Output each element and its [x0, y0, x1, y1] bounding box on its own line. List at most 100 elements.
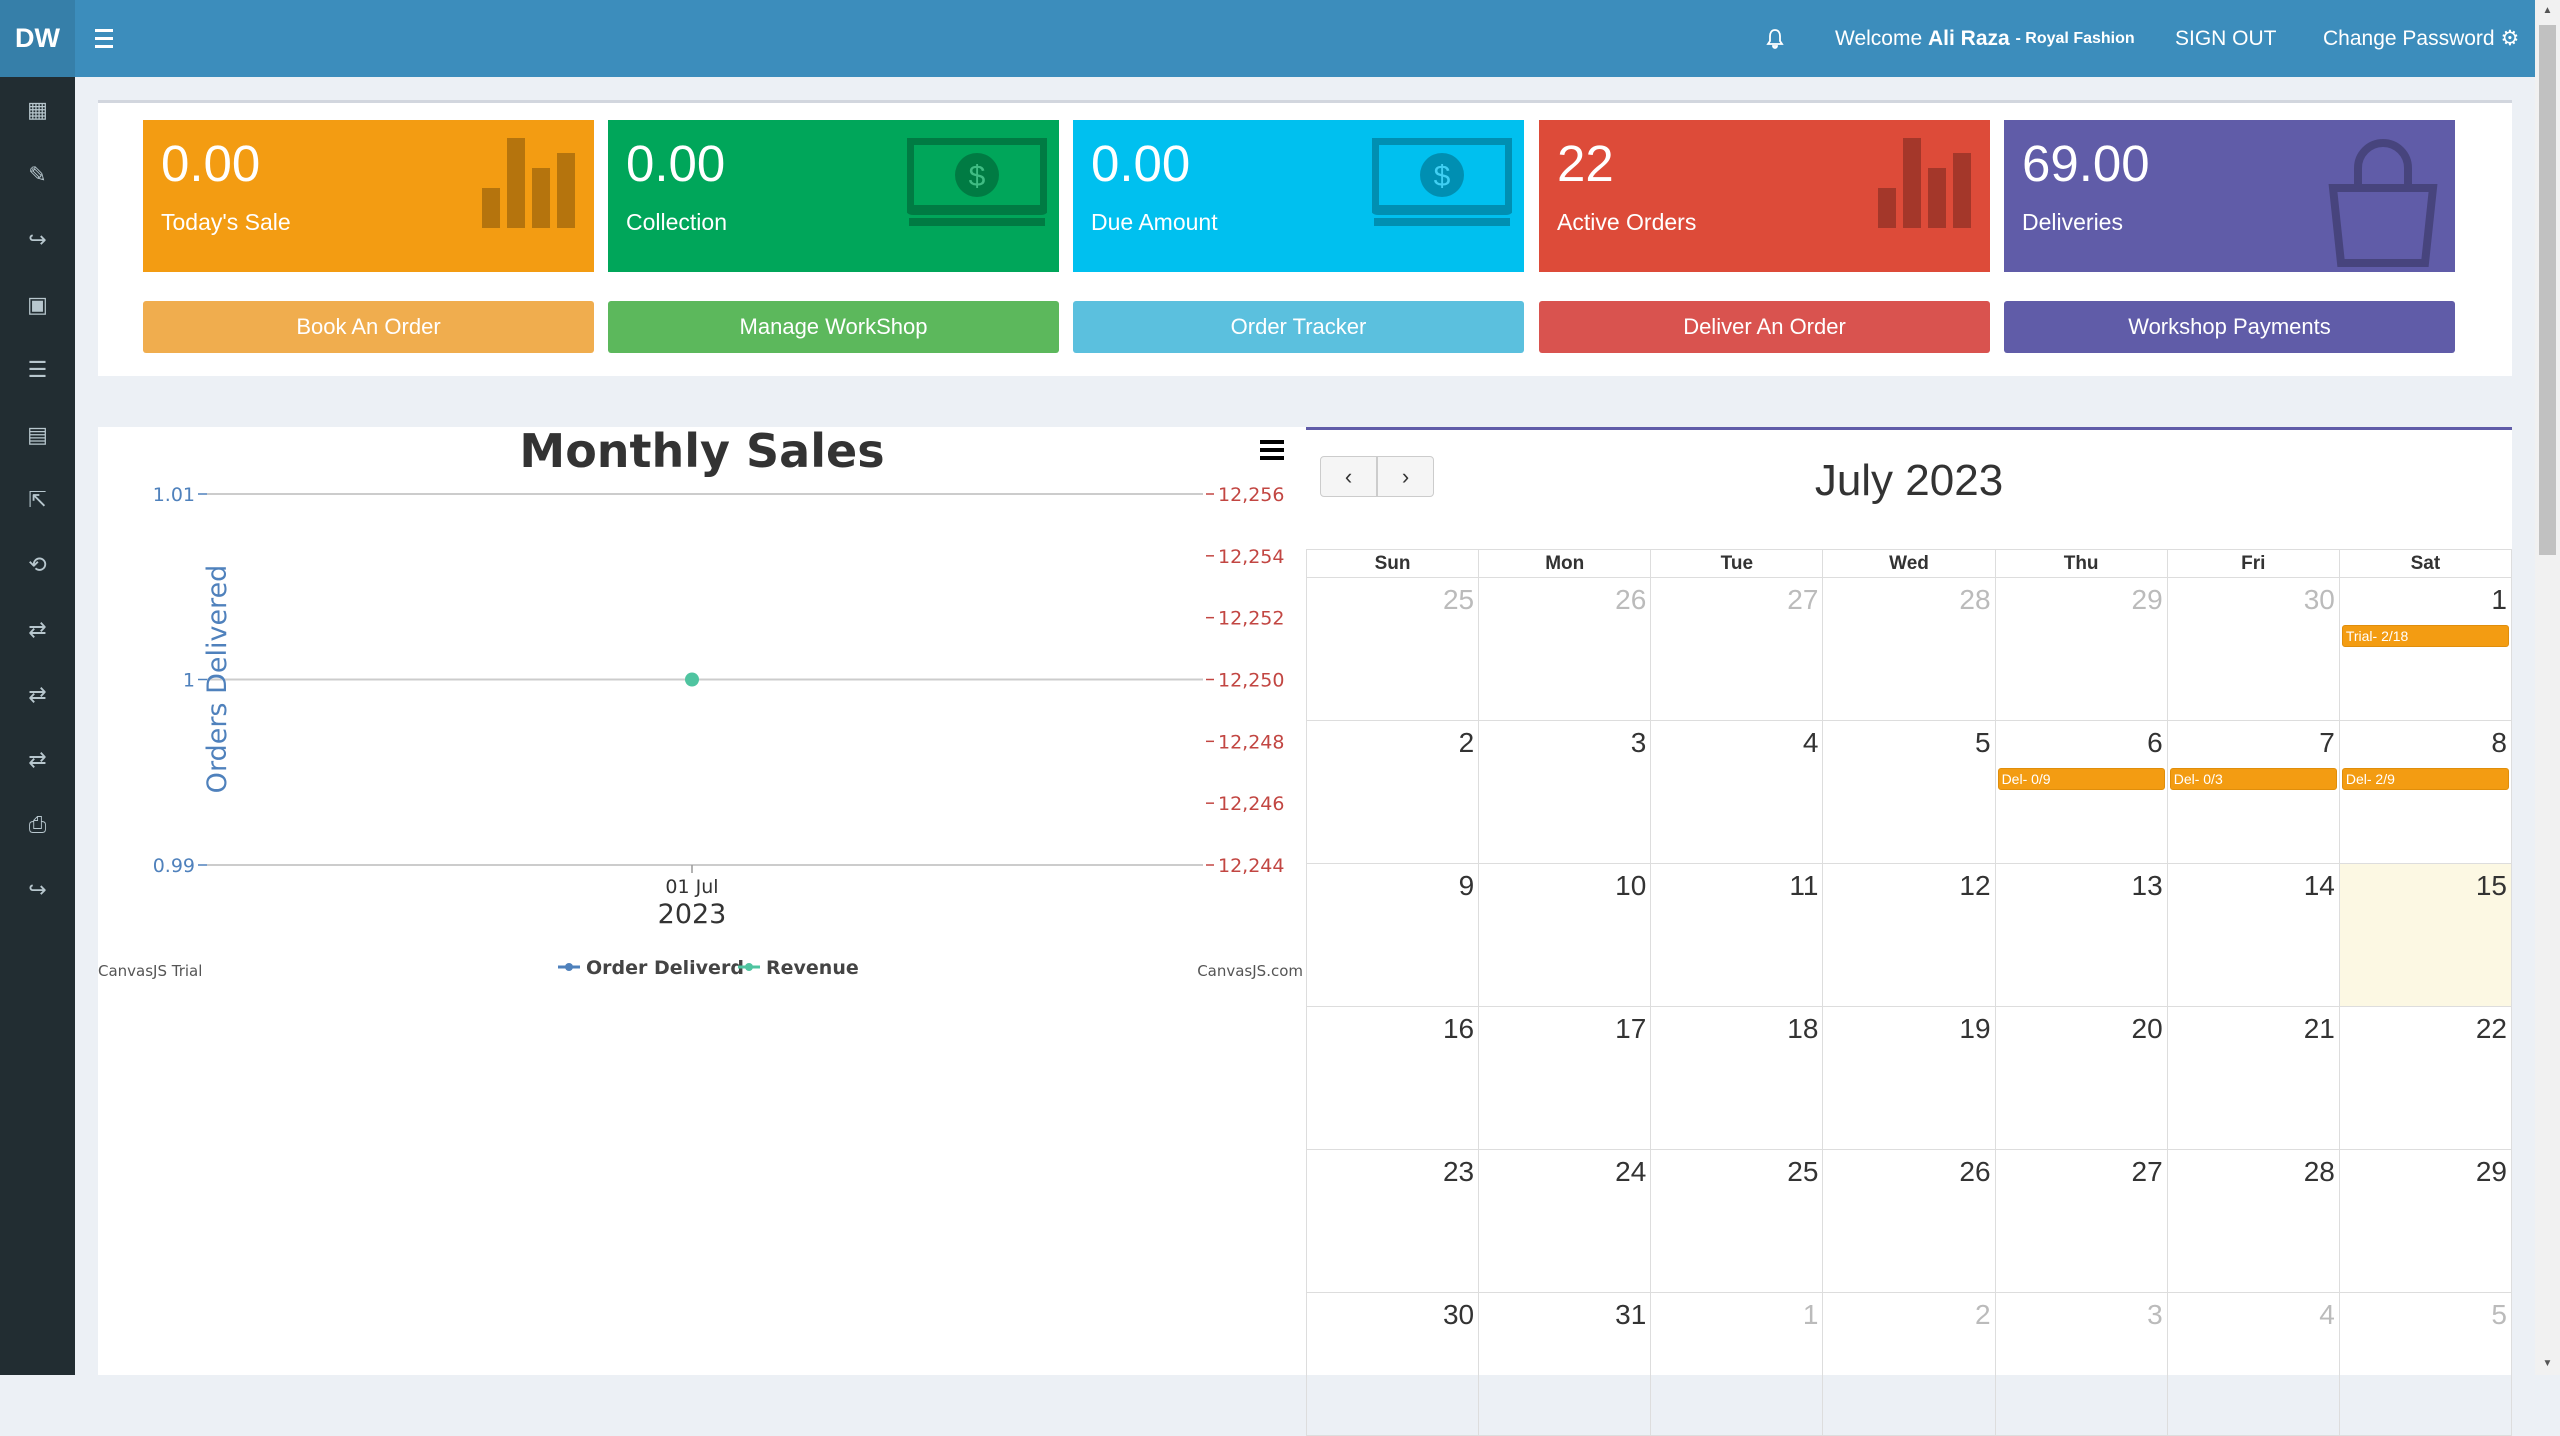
calendar-day-cell[interactable]: 13: [1994, 863, 2168, 1007]
action-button-book-an-order[interactable]: Book An Order: [143, 301, 594, 353]
server-icon[interactable]: ☰: [0, 337, 75, 402]
money-icon: $: [1369, 135, 1515, 233]
action-button-workshop-payments[interactable]: Workshop Payments: [2004, 301, 2455, 353]
calendar-week-row: 25 26 27 28 29 30 1 Trial- 2/18: [1305, 577, 2513, 721]
weekday-mon: Mon: [1478, 549, 1652, 578]
calendar-day-cell[interactable]: 8 Del- 2/9: [2338, 720, 2513, 864]
calendar-day-cell[interactable]: 11: [1650, 863, 1824, 1007]
calendar-day-cell[interactable]: 19: [1822, 1006, 1996, 1150]
scroll-thumb[interactable]: [2539, 25, 2556, 555]
exchange-icon[interactable]: ⇄: [0, 662, 75, 727]
bell-icon[interactable]: [1765, 0, 1795, 77]
sign-out-link[interactable]: SIGN OUT: [2175, 0, 2277, 77]
exchange-icon[interactable]: ⇄: [0, 727, 75, 792]
day-number: 19: [1959, 1013, 1991, 1044]
calendar-day-cell[interactable]: 1 Trial- 2/18: [2338, 577, 2513, 721]
calendar-event[interactable]: Del- 2/9: [2341, 768, 2509, 790]
share-icon[interactable]: ↪: [0, 857, 75, 922]
share-icon[interactable]: ↪: [0, 207, 75, 272]
day-number: 10: [1615, 870, 1647, 901]
calendar-day-cell[interactable]: 26: [1822, 1149, 1996, 1293]
calendar-day-cell[interactable]: 22: [2338, 1006, 2513, 1150]
action-button-order-tracker[interactable]: Order Tracker: [1073, 301, 1524, 353]
legend-item[interactable]: Revenue: [738, 957, 859, 979]
calendar-day-cell[interactable]: 4: [2166, 1292, 2340, 1436]
calendar-event[interactable]: Del- 0/3: [2169, 768, 2337, 790]
calendar-day-cell[interactable]: 16: [1305, 1006, 1480, 1150]
day-number: 21: [2303, 1013, 2335, 1044]
calendar-day-cell[interactable]: 10: [1478, 863, 1652, 1007]
calendar-day-cell[interactable]: 29: [1994, 577, 2168, 721]
exchange-icon[interactable]: ⇄: [0, 597, 75, 662]
calendar-day-cell[interactable]: 17: [1478, 1006, 1652, 1150]
calendar-day-cell[interactable]: 3: [1478, 720, 1652, 864]
edit-icon[interactable]: ✎: [0, 142, 75, 207]
calendar-grid: Sun Mon Tue Wed Thu Fri Sat 25 26 27 28 29 30 1 Trial…: [1305, 549, 2513, 1436]
list-icon[interactable]: ▤: [0, 402, 75, 467]
calendar-day-cell[interactable]: 25: [1650, 1149, 1824, 1293]
shopping-bag-icon: [2323, 138, 2443, 272]
calendar-event[interactable]: Trial- 2/18: [2341, 625, 2509, 647]
day-number: 6: [2147, 727, 2163, 758]
app-logo[interactable]: DW: [0, 0, 75, 77]
action-button-manage-workshop[interactable]: Manage WorkShop: [608, 301, 1059, 353]
calendar-day-cell[interactable]: 15: [2338, 863, 2513, 1007]
calendar-day-cell[interactable]: 26: [1478, 577, 1652, 721]
external-link-icon[interactable]: ⇱: [0, 467, 75, 532]
calendar-day-cell[interactable]: 5: [1822, 720, 1996, 864]
calendar-day-cell[interactable]: 9: [1305, 863, 1480, 1007]
calendar-day-cell[interactable]: 12: [1822, 863, 1996, 1007]
scroll-down-arrow-icon[interactable]: ▼: [2535, 1353, 2560, 1375]
calendar-day-cell[interactable]: 29: [2338, 1149, 2513, 1293]
calendar-day-cell[interactable]: 28: [1822, 577, 1996, 721]
action-button-deliver-an-order[interactable]: Deliver An Order: [1539, 301, 1990, 353]
calendar-week-row: 30 31 1 2 3 4 5: [1305, 1292, 2513, 1436]
hamburger-menu-icon[interactable]: [95, 24, 125, 54]
change-password-link[interactable]: Change Password ⚙: [2323, 0, 2519, 77]
day-number: 27: [2131, 1156, 2163, 1187]
calendar-day-cell[interactable]: 31: [1478, 1292, 1652, 1436]
stat-value: 22: [1557, 135, 1614, 192]
calendar-week-row: 2 3 4 5 6 Del- 0/9 7 Del- 0/3 8 Del- 2/9: [1305, 720, 2513, 864]
welcome-user[interactable]: Welcome Ali Raza - Royal Fashion: [1835, 0, 2135, 77]
retweet-icon[interactable]: ⟲: [0, 532, 75, 597]
data-point-revenue[interactable]: [685, 672, 699, 687]
legend-item[interactable]: Order Deliverd: [558, 957, 744, 979]
calendar-day-cell[interactable]: 27: [1994, 1149, 2168, 1293]
calendar-day-cell[interactable]: 28: [2166, 1149, 2340, 1293]
calendar-day-cell[interactable]: 30: [2166, 577, 2340, 721]
chart-menu-icon[interactable]: [1260, 440, 1284, 460]
calendar-day-cell[interactable]: 6 Del- 0/9: [1994, 720, 2168, 864]
calendar-day-cell[interactable]: 24: [1478, 1149, 1652, 1293]
day-number: 30: [1442, 1299, 1475, 1330]
page-scrollbar[interactable]: ▲ ▼: [2535, 0, 2560, 1375]
calendar-day-cell[interactable]: 4: [1650, 720, 1824, 864]
dashboard-grid-icon[interactable]: ▦: [0, 77, 75, 142]
print-icon[interactable]: ⎙: [0, 792, 75, 857]
calendar-day-cell[interactable]: 14: [2166, 863, 2340, 1007]
calendar-day-cell[interactable]: 3: [1994, 1292, 2168, 1436]
calendar-day-cell[interactable]: 30: [1305, 1292, 1480, 1436]
calendar-day-cell[interactable]: 27: [1650, 577, 1824, 721]
day-number: 24: [1615, 1156, 1647, 1187]
day-number: 25: [1442, 584, 1475, 615]
chart-credit-left: CanvasJS Trial: [98, 962, 202, 980]
stat-box-due-amount: 0.00 Due Amount $: [1073, 120, 1524, 272]
calendar-day-cell[interactable]: 21: [2166, 1006, 2340, 1150]
calendar-day-cell[interactable]: 5: [2338, 1292, 2513, 1436]
calendar-event[interactable]: Del- 0/9: [1997, 768, 2165, 790]
calendar-day-cell[interactable]: 20: [1994, 1006, 2168, 1150]
calendar-day-cell[interactable]: 2: [1822, 1292, 1996, 1436]
scroll-up-arrow-icon[interactable]: ▲: [2535, 0, 2560, 22]
day-number: 25: [1787, 1156, 1819, 1187]
calendar-day-cell[interactable]: 23: [1305, 1149, 1480, 1293]
calendar-day-cell[interactable]: 7 Del- 0/3: [2166, 720, 2340, 864]
calendar-day-cell[interactable]: 2: [1305, 720, 1480, 864]
calendar-day-cell[interactable]: 25: [1305, 577, 1480, 721]
day-number: 1: [1802, 1299, 1819, 1330]
calendar-day-cell[interactable]: 1: [1650, 1292, 1824, 1436]
x-tick-year: 2023: [658, 899, 727, 930]
weekday-sat: Sat: [2338, 549, 2513, 578]
calendar-day-cell[interactable]: 18: [1650, 1006, 1824, 1150]
qrcode-icon[interactable]: ▣: [0, 272, 75, 337]
